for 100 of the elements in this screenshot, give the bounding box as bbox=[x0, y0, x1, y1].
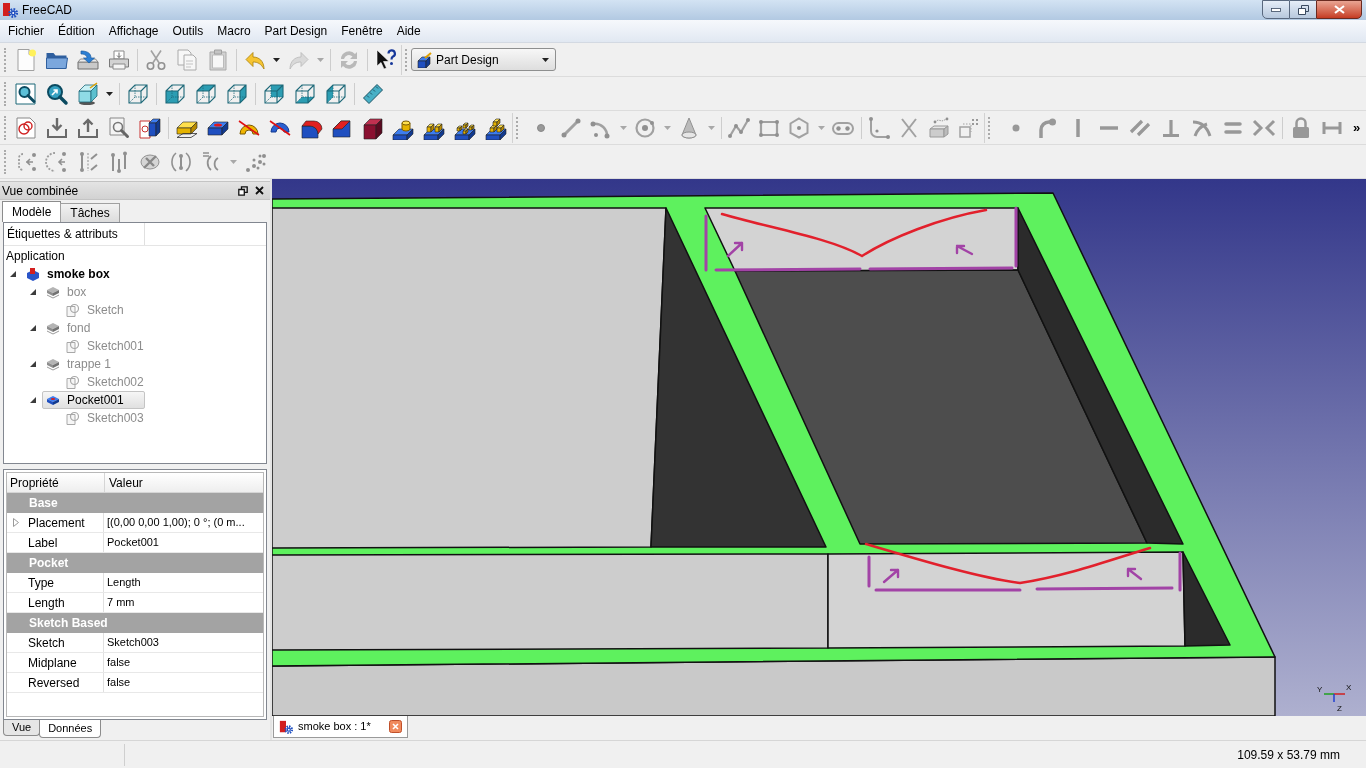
menu-item[interactable]: Fenêtre bbox=[334, 22, 390, 40]
group-header: Pocket bbox=[7, 553, 263, 573]
magnifier-arrow-icon[interactable] bbox=[44, 81, 69, 106]
expanded-arrow-icon[interactable] bbox=[30, 289, 36, 295]
tree-item[interactable]: trappe 1 bbox=[42, 355, 145, 373]
panel-title: Vue combinée bbox=[2, 182, 79, 200]
toolbar-overflow-button[interactable]: » bbox=[1347, 113, 1366, 142]
expand-arrow-icon[interactable] bbox=[12, 518, 19, 527]
menu-item[interactable]: Macro bbox=[210, 22, 258, 40]
menu-item[interactable]: Fichier bbox=[1, 22, 51, 40]
group-header: Base bbox=[7, 493, 263, 513]
gear-logo-icon bbox=[2, 2, 18, 18]
axis-label: Y bbox=[1317, 685, 1323, 694]
property-value: Length bbox=[106, 575, 142, 591]
slab-icon bbox=[46, 357, 60, 371]
cube-bottom-face-icon[interactable] bbox=[292, 81, 317, 106]
close-button[interactable] bbox=[1316, 0, 1362, 19]
property-value: Pocket001 bbox=[106, 535, 160, 551]
freehand-arrow-icon bbox=[955, 244, 974, 256]
close-icon[interactable] bbox=[255, 186, 264, 195]
tree-item[interactable]: Sketch003 bbox=[62, 409, 145, 427]
freehand-arrow-icon bbox=[882, 568, 900, 584]
menu-item[interactable]: Affichage bbox=[101, 22, 166, 40]
page-magnifier-icon[interactable] bbox=[106, 115, 131, 140]
ruler-icon[interactable] bbox=[360, 81, 385, 106]
caret-icon[interactable] bbox=[273, 57, 280, 62]
page-circle-icon bbox=[66, 339, 80, 353]
page-circle-icon bbox=[66, 303, 80, 317]
tab[interactable]: Tâches bbox=[60, 203, 120, 222]
property-value: [(0,00 0,00 1,00); 0 °; (0 m... bbox=[106, 515, 246, 531]
tree-item[interactable]: Sketch001 bbox=[62, 337, 145, 355]
magnifier-page-icon[interactable] bbox=[13, 81, 38, 106]
property-value: Sketch003 bbox=[106, 635, 160, 651]
menu-item[interactable]: Édition bbox=[51, 22, 102, 40]
property-name: Midplane bbox=[24, 653, 104, 672]
tree-item[interactable]: Pocket001 bbox=[42, 391, 145, 409]
cube-rear-face-icon[interactable] bbox=[261, 81, 286, 106]
cube-pencil-icon bbox=[416, 51, 432, 68]
menu-item[interactable]: Part Design bbox=[257, 22, 335, 40]
printer-icon[interactable] bbox=[106, 47, 131, 72]
group-header: Sketch Based bbox=[7, 613, 263, 633]
expanded-arrow-icon[interactable] bbox=[30, 325, 36, 331]
tree-item[interactable]: Sketch002 bbox=[62, 373, 145, 391]
page-circle-icon bbox=[66, 375, 80, 389]
property-name: Label bbox=[24, 533, 104, 552]
slab-hole-icon bbox=[46, 393, 60, 407]
document-tab[interactable]: smoke box : 1* bbox=[273, 716, 408, 738]
freehand-line bbox=[1178, 551, 1182, 592]
property-value: 7 mm bbox=[106, 595, 136, 611]
page-circles-icon[interactable] bbox=[13, 115, 38, 140]
cube-left-face-icon[interactable] bbox=[323, 81, 348, 106]
tree-item[interactable]: Sketch bbox=[62, 301, 145, 319]
tree-root-label: Application bbox=[5, 248, 66, 265]
column-header: Étiquettes & attributs bbox=[4, 223, 145, 245]
restore-icon[interactable] bbox=[238, 185, 248, 196]
workbench-dropdown[interactable]: Part Design bbox=[411, 48, 556, 71]
tray-down-arrow-icon[interactable] bbox=[44, 115, 69, 140]
property-name: Sketch bbox=[24, 633, 104, 652]
menu-item[interactable]: Aide bbox=[389, 22, 428, 40]
freehand-arrow-icon bbox=[1126, 567, 1143, 581]
tab[interactable]: Vue bbox=[3, 720, 41, 736]
maximize-button[interactable] bbox=[1290, 0, 1316, 19]
column-header: Valeur bbox=[108, 474, 144, 492]
property-name: Length bbox=[24, 593, 104, 612]
block-stack-icon[interactable] bbox=[484, 115, 509, 140]
save-icon[interactable] bbox=[75, 47, 100, 72]
slab-icon bbox=[46, 321, 60, 335]
tree-item[interactable]: fond bbox=[42, 319, 145, 337]
gear-logo-icon bbox=[279, 719, 293, 734]
restore-icon bbox=[1297, 4, 1309, 15]
cube-block-icon[interactable] bbox=[360, 115, 385, 140]
status-text: 109.59 x 53.79 mm bbox=[1237, 746, 1340, 764]
cube-right-face-icon[interactable] bbox=[224, 81, 249, 106]
minimize-button[interactable] bbox=[1262, 0, 1290, 19]
cube-top-face-icon[interactable] bbox=[193, 81, 218, 106]
expanded-arrow-icon[interactable] bbox=[10, 271, 16, 277]
shaded-cube-icon[interactable] bbox=[75, 81, 100, 106]
close-icon bbox=[1333, 5, 1345, 14]
property-value: false bbox=[106, 675, 132, 691]
expanded-arrow-icon[interactable] bbox=[30, 361, 36, 367]
tree-item[interactable]: smoke box bbox=[22, 265, 145, 283]
slab-icon bbox=[46, 285, 60, 299]
property-value: false bbox=[106, 655, 132, 671]
page-circle-icon bbox=[66, 411, 80, 425]
tab[interactable]: Modèle bbox=[2, 201, 62, 222]
wireframe-cube-icon[interactable] bbox=[125, 81, 150, 106]
cube-front-face-icon[interactable] bbox=[162, 81, 187, 106]
page-block-icon[interactable] bbox=[137, 115, 162, 140]
tree-item[interactable]: box bbox=[42, 283, 145, 301]
minimize-icon bbox=[1271, 7, 1281, 12]
menu-item[interactable]: Outils bbox=[165, 22, 211, 40]
window-title: FreeCAD bbox=[22, 3, 72, 17]
property-name: Reversed bbox=[24, 673, 104, 692]
caret-icon[interactable] bbox=[106, 91, 113, 96]
caret-icon[interactable] bbox=[542, 57, 549, 62]
column-header: Propriété bbox=[7, 473, 105, 492]
tab[interactable]: Données bbox=[39, 720, 102, 738]
expanded-arrow-icon[interactable] bbox=[30, 397, 36, 403]
freehand-line bbox=[867, 555, 871, 588]
axis-label: Z bbox=[1337, 704, 1342, 713]
